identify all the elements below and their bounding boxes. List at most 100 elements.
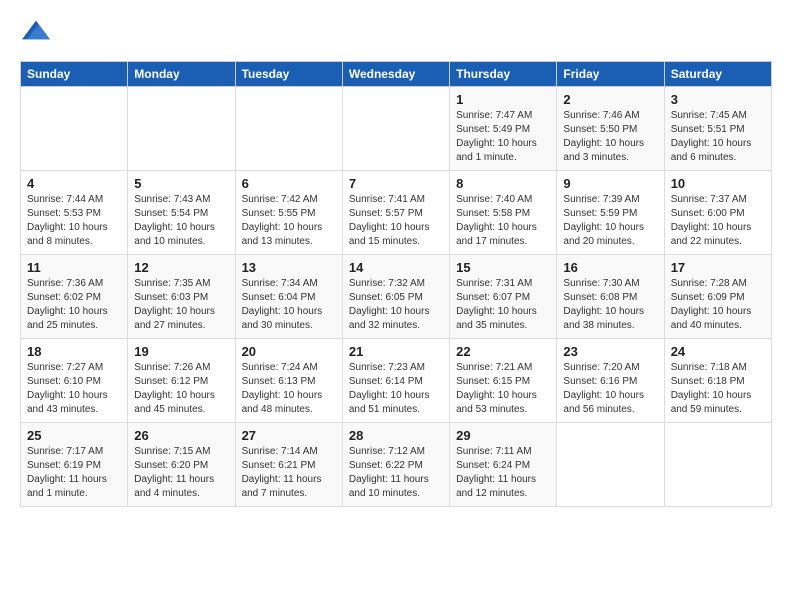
day-number: 12 [134, 260, 228, 275]
day-info: Sunrise: 7:23 AM Sunset: 6:14 PM Dayligh… [349, 361, 443, 417]
day-number: 29 [456, 428, 550, 443]
day-info: Sunrise: 7:35 AM Sunset: 6:03 PM Dayligh… [134, 277, 228, 333]
calendar-week-row: 11 Sunrise: 7:36 AM Sunset: 6:02 PM Dayli… [21, 255, 772, 339]
day-number: 26 [134, 428, 228, 443]
calendar-week-row: 25 Sunrise: 7:17 AM Sunset: 6:19 PM Dayli… [21, 423, 772, 507]
day-number: 28 [349, 428, 443, 443]
day-info: Sunrise: 7:18 AM Sunset: 6:18 PM Dayligh… [671, 361, 765, 417]
calendar-cell: 20 Sunrise: 7:24 AM Sunset: 6:13 PM Dayli… [235, 339, 342, 423]
calendar-cell: 19 Sunrise: 7:26 AM Sunset: 6:12 PM Dayli… [128, 339, 235, 423]
day-info: Sunrise: 7:21 AM Sunset: 6:15 PM Dayligh… [456, 361, 550, 417]
calendar-cell [557, 423, 664, 507]
calendar-header-row: SundayMondayTuesdayWednesdayThursdayFrid… [21, 62, 772, 87]
day-number: 27 [242, 428, 336, 443]
calendar-cell: 18 Sunrise: 7:27 AM Sunset: 6:10 PM Dayli… [21, 339, 128, 423]
calendar-cell: 2 Sunrise: 7:46 AM Sunset: 5:50 PM Daylig… [557, 87, 664, 171]
calendar-cell: 28 Sunrise: 7:12 AM Sunset: 6:22 PM Dayli… [342, 423, 449, 507]
day-header-monday: Monday [128, 62, 235, 87]
day-number: 11 [27, 260, 121, 275]
day-info: Sunrise: 7:31 AM Sunset: 6:07 PM Dayligh… [456, 277, 550, 333]
calendar-cell: 7 Sunrise: 7:41 AM Sunset: 5:57 PM Daylig… [342, 171, 449, 255]
calendar-cell: 15Sunrise: 7:31 AM Sunset: 6:07 PM Dayli… [450, 255, 557, 339]
calendar-cell: 24 Sunrise: 7:18 AM Sunset: 6:18 PM Dayli… [664, 339, 771, 423]
calendar-week-row: 1Sunrise: 7:47 AM Sunset: 5:49 PM Daylig… [21, 87, 772, 171]
day-info: Sunrise: 7:20 AM Sunset: 6:16 PM Dayligh… [563, 361, 657, 417]
day-info: Sunrise: 7:37 AM Sunset: 6:00 PM Dayligh… [671, 193, 765, 249]
day-number: 1 [456, 92, 550, 107]
day-number: 25 [27, 428, 121, 443]
calendar-cell: 16 Sunrise: 7:30 AM Sunset: 6:08 PM Dayli… [557, 255, 664, 339]
day-number: 3 [671, 92, 765, 107]
calendar-cell [235, 87, 342, 171]
day-info: Sunrise: 7:39 AM Sunset: 5:59 PM Dayligh… [563, 193, 657, 249]
day-info: Sunrise: 7:45 AM Sunset: 5:51 PM Dayligh… [671, 109, 765, 165]
day-info: Sunrise: 7:24 AM Sunset: 6:13 PM Dayligh… [242, 361, 336, 417]
calendar-cell [664, 423, 771, 507]
calendar-cell: 11 Sunrise: 7:36 AM Sunset: 6:02 PM Dayli… [21, 255, 128, 339]
day-info: Sunrise: 7:43 AM Sunset: 5:54 PM Dayligh… [134, 193, 228, 249]
day-info: Sunrise: 7:12 AM Sunset: 6:22 PM Dayligh… [349, 445, 443, 501]
calendar-cell: 13 Sunrise: 7:34 AM Sunset: 6:04 PM Dayli… [235, 255, 342, 339]
day-number: 5 [134, 176, 228, 191]
calendar-cell: 4 Sunrise: 7:44 AM Sunset: 5:53 PM Daylig… [21, 171, 128, 255]
day-header-wednesday: Wednesday [342, 62, 449, 87]
day-number: 4 [27, 176, 121, 191]
logo-icon [22, 16, 50, 44]
logo [20, 16, 50, 49]
day-info: Sunrise: 7:27 AM Sunset: 6:10 PM Dayligh… [27, 361, 121, 417]
day-number: 13 [242, 260, 336, 275]
day-number: 7 [349, 176, 443, 191]
day-info: Sunrise: 7:17 AM Sunset: 6:19 PM Dayligh… [27, 445, 121, 501]
calendar-cell: 8 Sunrise: 7:40 AM Sunset: 5:58 PM Daylig… [450, 171, 557, 255]
day-number: 18 [27, 344, 121, 359]
calendar-cell: 14 Sunrise: 7:32 AM Sunset: 6:05 PM Dayli… [342, 255, 449, 339]
calendar-cell: 1Sunrise: 7:47 AM Sunset: 5:49 PM Daylig… [450, 87, 557, 171]
day-header-friday: Friday [557, 62, 664, 87]
day-header-tuesday: Tuesday [235, 62, 342, 87]
calendar-cell: 6 Sunrise: 7:42 AM Sunset: 5:55 PM Daylig… [235, 171, 342, 255]
day-info: Sunrise: 7:36 AM Sunset: 6:02 PM Dayligh… [27, 277, 121, 333]
day-number: 19 [134, 344, 228, 359]
day-info: Sunrise: 7:40 AM Sunset: 5:58 PM Dayligh… [456, 193, 550, 249]
day-number: 24 [671, 344, 765, 359]
calendar-cell: 22 Sunrise: 7:21 AM Sunset: 6:15 PM Dayli… [450, 339, 557, 423]
day-number: 20 [242, 344, 336, 359]
day-number: 22 [456, 344, 550, 359]
calendar-cell: 17 Sunrise: 7:28 AM Sunset: 6:09 PM Dayli… [664, 255, 771, 339]
calendar-cell: 29 Sunrise: 7:11 AM Sunset: 6:24 PM Dayli… [450, 423, 557, 507]
calendar-cell [128, 87, 235, 171]
calendar-cell: 3 Sunrise: 7:45 AM Sunset: 5:51 PM Daylig… [664, 87, 771, 171]
calendar-week-row: 4 Sunrise: 7:44 AM Sunset: 5:53 PM Daylig… [21, 171, 772, 255]
day-number: 10 [671, 176, 765, 191]
day-header-saturday: Saturday [664, 62, 771, 87]
day-info: Sunrise: 7:46 AM Sunset: 5:50 PM Dayligh… [563, 109, 657, 165]
calendar-cell: 21 Sunrise: 7:23 AM Sunset: 6:14 PM Dayli… [342, 339, 449, 423]
day-info: Sunrise: 7:14 AM Sunset: 6:21 PM Dayligh… [242, 445, 336, 501]
page-header [20, 16, 772, 49]
day-number: 17 [671, 260, 765, 275]
day-info: Sunrise: 7:41 AM Sunset: 5:57 PM Dayligh… [349, 193, 443, 249]
day-info: Sunrise: 7:28 AM Sunset: 6:09 PM Dayligh… [671, 277, 765, 333]
calendar-cell: 26Sunrise: 7:15 AM Sunset: 6:20 PM Dayli… [128, 423, 235, 507]
day-number: 16 [563, 260, 657, 275]
day-number: 21 [349, 344, 443, 359]
day-info: Sunrise: 7:26 AM Sunset: 6:12 PM Dayligh… [134, 361, 228, 417]
calendar-table: SundayMondayTuesdayWednesdayThursdayFrid… [20, 61, 772, 507]
day-info: Sunrise: 7:32 AM Sunset: 6:05 PM Dayligh… [349, 277, 443, 333]
day-number: 2 [563, 92, 657, 107]
day-info: Sunrise: 7:11 AM Sunset: 6:24 PM Dayligh… [456, 445, 550, 501]
day-header-thursday: Thursday [450, 62, 557, 87]
day-number: 6 [242, 176, 336, 191]
day-number: 14 [349, 260, 443, 275]
calendar-cell: 27 Sunrise: 7:14 AM Sunset: 6:21 PM Dayli… [235, 423, 342, 507]
day-number: 8 [456, 176, 550, 191]
day-info: Sunrise: 7:30 AM Sunset: 6:08 PM Dayligh… [563, 277, 657, 333]
calendar-week-row: 18 Sunrise: 7:27 AM Sunset: 6:10 PM Dayli… [21, 339, 772, 423]
calendar-cell: 12 Sunrise: 7:35 AM Sunset: 6:03 PM Dayli… [128, 255, 235, 339]
calendar-cell: 25 Sunrise: 7:17 AM Sunset: 6:19 PM Dayli… [21, 423, 128, 507]
day-info: Sunrise: 7:44 AM Sunset: 5:53 PM Dayligh… [27, 193, 121, 249]
day-info: Sunrise: 7:34 AM Sunset: 6:04 PM Dayligh… [242, 277, 336, 333]
day-info: Sunrise: 7:42 AM Sunset: 5:55 PM Dayligh… [242, 193, 336, 249]
calendar-cell: 10 Sunrise: 7:37 AM Sunset: 6:00 PM Dayli… [664, 171, 771, 255]
calendar-cell: 9Sunrise: 7:39 AM Sunset: 5:59 PM Daylig… [557, 171, 664, 255]
